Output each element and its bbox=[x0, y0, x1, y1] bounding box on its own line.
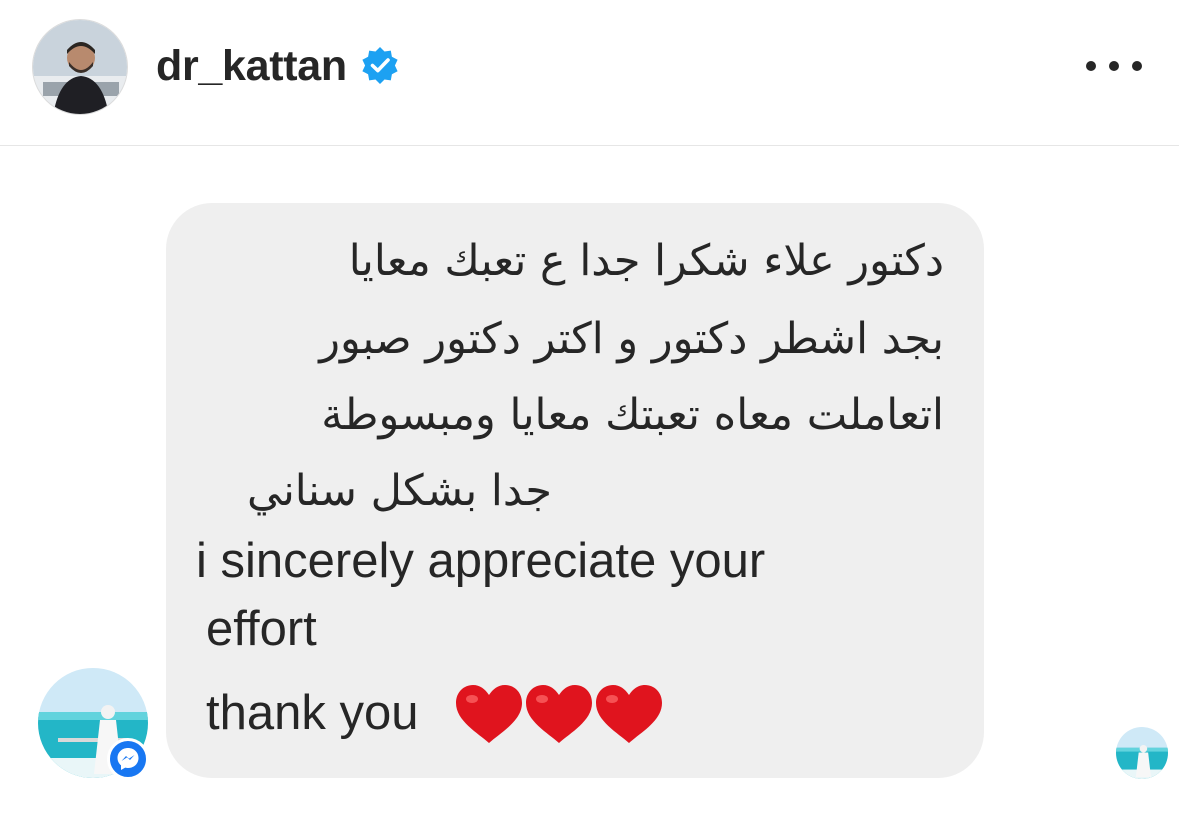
dot bbox=[1109, 61, 1119, 71]
seen-receipt-avatar bbox=[1116, 727, 1168, 779]
message-bubble[interactable]: دكتور علاء شكرا جدا ع تعبك معايا بجد اشط… bbox=[166, 203, 984, 778]
red-heart-icon bbox=[526, 685, 592, 743]
profile-photo-icon bbox=[33, 20, 127, 114]
message-line: thank you bbox=[206, 686, 419, 740]
dot bbox=[1086, 61, 1096, 71]
message-line: دكتور علاء شكرا جدا ع تعبك معايا bbox=[348, 236, 944, 286]
message-line: جدا بشكل سناني bbox=[247, 466, 552, 516]
messenger-icon bbox=[107, 738, 149, 780]
red-heart-icon bbox=[596, 685, 662, 743]
message-line: effort bbox=[206, 602, 317, 656]
dot bbox=[1132, 61, 1142, 71]
profile-avatar[interactable] bbox=[32, 19, 128, 115]
more-options-icon[interactable] bbox=[1086, 52, 1142, 80]
red-heart-icon bbox=[456, 685, 522, 743]
message-line: i sincerely appreciate your bbox=[196, 534, 766, 588]
post-header: dr_kattan bbox=[0, 0, 1179, 146]
messenger-logo-icon bbox=[117, 748, 139, 770]
message-line: اتعاملت معاه تعبتك معايا ومبسوطة bbox=[321, 390, 944, 440]
username[interactable]: dr_kattan bbox=[156, 38, 347, 94]
verified-badge-icon bbox=[362, 47, 398, 84]
seen-photo-icon bbox=[1116, 727, 1168, 779]
heart-emoji-group bbox=[456, 685, 662, 743]
message-line: بجد اشطر دكتور و اكتر دكتور صبور bbox=[319, 314, 944, 364]
